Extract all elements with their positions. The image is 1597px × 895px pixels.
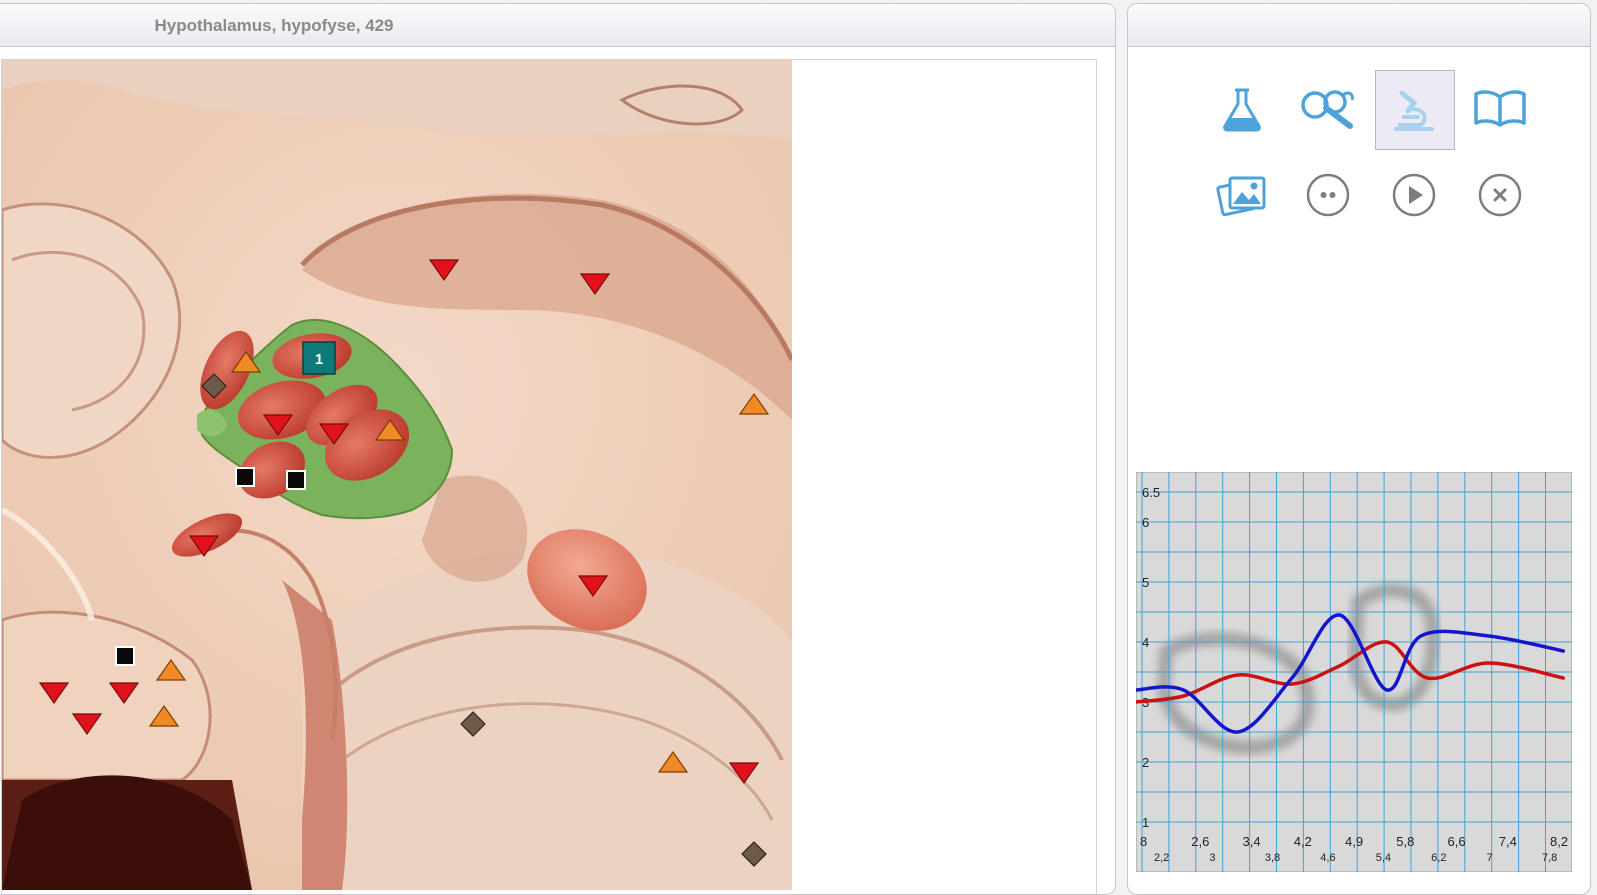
- marker-square-1[interactable]: [235, 467, 255, 487]
- close-button[interactable]: [1461, 156, 1539, 234]
- viewer-titlebar: Hypothalamus, hypofyse, 429: [0, 4, 1115, 47]
- y-tick-label: 2: [1142, 755, 1149, 770]
- x-tick-label-minor: 4,6: [1320, 852, 1335, 864]
- marker-square-2[interactable]: [286, 470, 306, 490]
- flask-icon: [1223, 88, 1261, 132]
- x-tick-label-minor: 7: [1487, 852, 1493, 864]
- x-tick-label: 6,6: [1448, 834, 1466, 849]
- y-tick-label: 1: [1142, 815, 1149, 830]
- image-frame: 1: [1, 59, 1097, 894]
- magnify-icon: [1301, 90, 1354, 129]
- region-label-badge[interactable]: 1: [302, 341, 336, 375]
- image-viewer-panel: Hypothalamus, hypofyse, 429 1: [0, 3, 1116, 895]
- y-tick-label: 4: [1142, 635, 1149, 650]
- lab-button[interactable]: [1203, 70, 1281, 148]
- signal-chart[interactable]: 1 2 3 4 5 6 6.5 8 2,6 3,4 4,2 4,9 5,8 6,6 7,4 8,2 2,2 3 3,…: [1134, 471, 1573, 873]
- marker-square-3[interactable]: [115, 646, 135, 666]
- image-title: Hypothalamus, hypofyse, 429: [154, 16, 394, 35]
- close-icon: [1478, 173, 1522, 217]
- x-tick-label: 5,8: [1396, 834, 1414, 849]
- y-tick-label: 6: [1142, 515, 1149, 530]
- anatomy-image[interactable]: 1: [2, 60, 792, 890]
- play-button[interactable]: [1375, 156, 1453, 234]
- x-tick-label: 8,2: [1550, 834, 1568, 849]
- more-button[interactable]: [1289, 156, 1367, 234]
- x-tick-label-minor: 3,8: [1265, 852, 1280, 864]
- gallery-button[interactable]: [1203, 156, 1281, 234]
- play-icon: [1392, 173, 1436, 217]
- tools-panel: 1 2 3 4 5 6 6.5 8 2,6 3,4 4,2 4,9 5,8 6,6 7,4 8,2 2,2 3 3,…: [1127, 3, 1591, 895]
- y-tick-label: 5: [1142, 575, 1149, 590]
- x-tick-label: 4,2: [1294, 834, 1312, 849]
- x-tick-label-minor: 6,2: [1431, 852, 1446, 864]
- atlas-button[interactable]: [1461, 70, 1539, 148]
- x-tick-label: 4,9: [1345, 834, 1363, 849]
- chart-svg: 1234566.58 2,6 3,4 4,2 4,9 5,8 6,6 7,4 8,22,2 3 3,…: [1134, 471, 1573, 873]
- microscope-icon: [1394, 90, 1434, 131]
- microscope-button[interactable]: [1375, 70, 1455, 150]
- x-tick-label-minor: 2,2: [1154, 852, 1169, 864]
- x-tick-label: 2,6: [1191, 834, 1209, 849]
- search-button[interactable]: [1289, 70, 1367, 148]
- more-icon: [1306, 173, 1350, 217]
- svg-text:1: 1: [315, 351, 323, 368]
- gallery-icon: [1216, 176, 1266, 217]
- tools-titlebar: [1128, 4, 1590, 47]
- x-tick-label-minor: 3: [1209, 852, 1215, 864]
- y-tick-label: 6.5: [1142, 485, 1160, 500]
- x-tick-label-minor: 5,4: [1376, 852, 1391, 864]
- x-tick-label: 7,4: [1499, 834, 1517, 849]
- x-tick-label: 3,4: [1243, 834, 1261, 849]
- book-icon: [1474, 90, 1526, 127]
- x-tick-label-minor: 7,8: [1542, 852, 1557, 864]
- x-tick-label: 8: [1140, 834, 1147, 849]
